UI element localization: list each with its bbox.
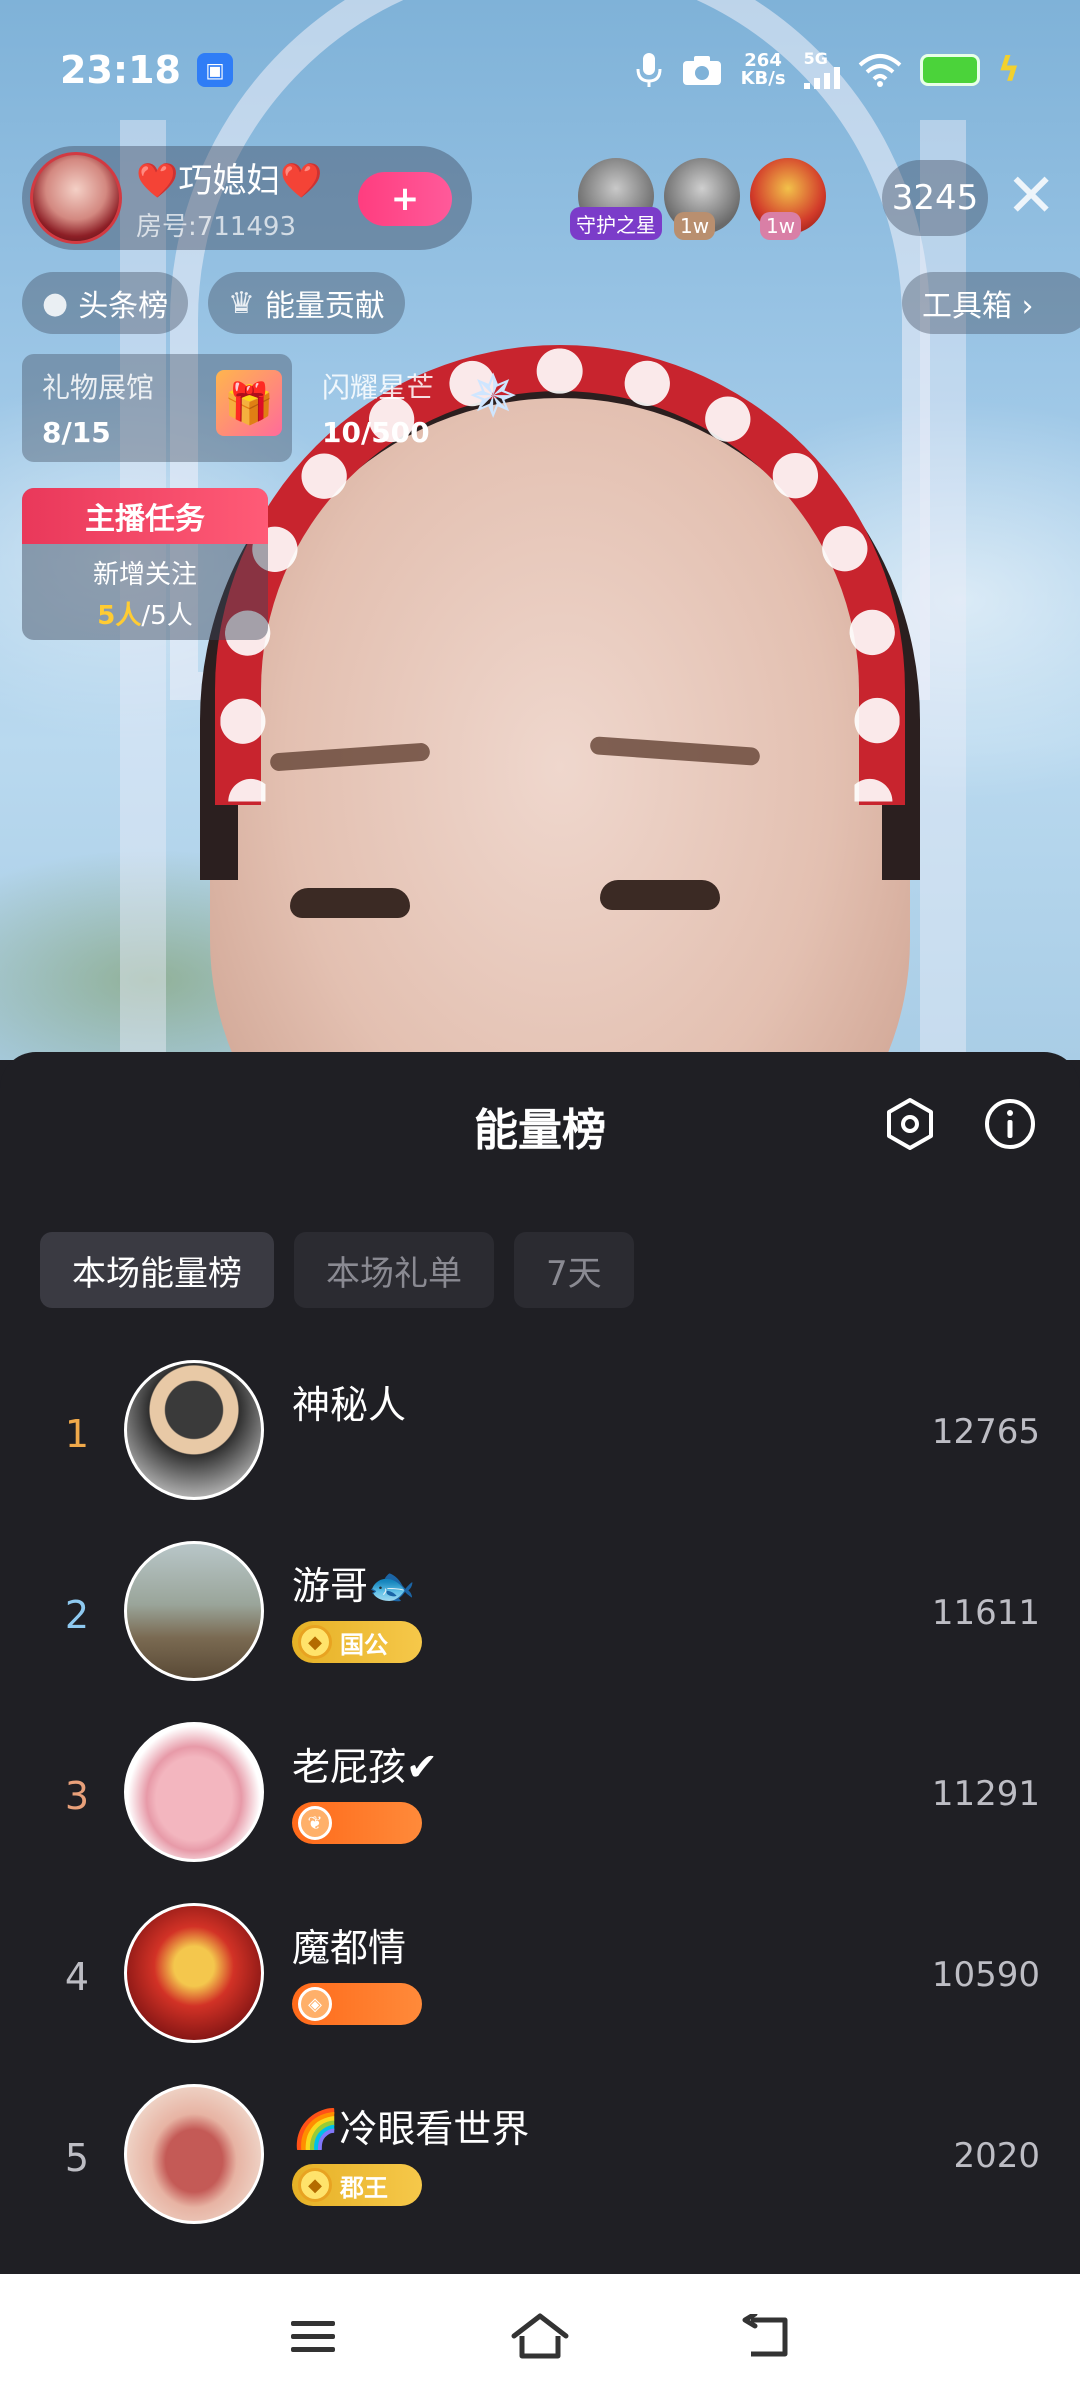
cast-icon: ▣ [196,53,233,87]
energy-ranking-sheet: 能量榜 本场能量榜 本场礼单 7天 1 神秘人 12765 2 游哥🐟 ◆ 国公 [0,1052,1080,2274]
menu-icon [291,2321,336,2352]
host-info[interactable]: ❤️巧媳妇❤️ 房号:711493 + [22,146,472,250]
user-name: 🌈冷眼看世界 [292,2107,530,2151]
energy-score: 11611 [931,1593,1040,1633]
energy-score: 2020 [953,2136,1040,2176]
net-speed: 264 KB/s [741,52,786,88]
noble-badge-label: 国公 [340,1630,388,1659]
mic-icon [636,53,662,87]
user-avatar[interactable] [124,1541,264,1681]
back-icon [742,2314,788,2357]
noble-badge-label: 郡王 [340,2173,388,2202]
user-avatar[interactable] [124,1722,264,1862]
viewer-avatar[interactable]: 守护之星 [570,158,662,240]
level-gem-icon: ◈ [298,1987,332,2021]
status-bar: 23:18 ▣ 264 KB/s 5G ϟ [0,0,1080,140]
host-avatar[interactable] [30,152,122,244]
user-name: 魔都情 [292,1926,407,1970]
noble-badge: ◆ 郡王 [292,2164,422,2206]
wifi-icon [858,54,901,87]
follow-button[interactable]: + [358,172,452,226]
ranking-row[interactable]: 2 游哥🐟 ◆ 国公 11611 [0,1541,1080,1722]
ranking-row[interactable]: 5 🌈冷眼看世界 ◆ 郡王 2020 [0,2084,1080,2265]
headline-rank-chip[interactable]: ● 头条榜 [22,272,189,334]
charging-icon: ϟ [997,50,1020,90]
ranking-row[interactable]: 4 魔都情 ◈ 10590 [0,1903,1080,2084]
back-button[interactable] [732,2302,802,2372]
energy-score: 11291 [931,1774,1040,1814]
level-badge: ❦ [292,1802,422,1844]
task-progress-done: 5人 [97,601,142,631]
home-button[interactable] [505,2302,575,2372]
shine-star-card[interactable]: 闪耀星芒 10/500 [302,354,562,462]
user-name: 神秘人 [292,1383,407,1427]
home-icon [511,2313,569,2359]
network-type: 5G [803,49,828,68]
viewer-count[interactable]: 3245 [882,160,988,236]
tab-7-days[interactable]: 7天 [514,1232,634,1308]
user-avatar[interactable] [124,1360,264,1500]
user-name: 老屁孩✔ [292,1745,438,1789]
viewer-avatar[interactable]: 1w [664,158,740,240]
status-icons: 264 KB/s 5G ϟ [635,50,1020,90]
ranking-list: 1 神秘人 12765 2 游哥🐟 ◆ 国公 11611 3 老屁孩✔ ❦ 11… [0,1360,1080,2265]
energy-score: 12765 [931,1412,1040,1452]
task-progress: 5人/5人 [22,595,268,632]
level-badge: ◈ [292,1983,422,2025]
rank-number: 5 [64,2136,90,2180]
user-avatar[interactable] [124,1903,264,2043]
gift-hall-card[interactable]: 礼物展馆 8/15 🎁 [22,354,292,462]
host-name: ❤️巧媳妇❤️ [136,161,323,201]
right-eye [600,880,720,910]
task-title: 主播任务 [22,488,268,544]
status-time: 23:18 [60,48,181,92]
user-avatar[interactable] [124,2084,264,2224]
tab-current-energy[interactable]: 本场能量榜 [40,1232,274,1308]
host-task-card[interactable]: 主播任务 新增关注 5人/5人 [22,488,268,640]
energy-contribution-label: 能量贡献 [264,289,385,324]
energy-contribution-chip[interactable]: ♛ 能量贡献 [208,272,405,334]
gift-icon: 🎁 [216,370,282,436]
fire-icon: ● [42,285,69,321]
ranking-row[interactable]: 1 神秘人 12765 [0,1360,1080,1541]
level-gem-icon: ❦ [298,1806,332,1840]
background-pillar-right [920,120,966,1060]
contribution-badge: 1w [674,212,716,240]
task-progress-total: /5人 [141,601,193,631]
menu-button[interactable] [278,2302,348,2372]
star-icon: ✵ [468,362,519,432]
contribution-badge: 1w [760,212,802,240]
top-viewers: 守护之星 1w 1w [570,158,826,240]
settings-icon[interactable] [880,1094,940,1154]
ranking-row[interactable]: 3 老屁孩✔ ❦ 11291 [0,1722,1080,1903]
battery-icon [919,54,980,86]
headline-rank-label: 头条榜 [78,289,169,324]
energy-score: 10590 [931,1955,1040,1995]
net-speed-unit: KB/s [740,68,786,89]
tab-current-gift-list[interactable]: 本场礼单 [294,1232,494,1308]
toolbox-chip[interactable]: 工具箱 › [902,272,1080,334]
close-icon[interactable]: ✕ [1006,166,1056,226]
rank-number: 3 [64,1774,90,1818]
left-eye [290,888,410,918]
crown-icon: ♛ [228,285,255,321]
toolbox-label: 工具箱 › [922,289,1034,324]
noble-badge: ◆ 国公 [292,1621,422,1663]
signal-icon: 5G [803,49,840,89]
viewer-avatar[interactable]: 1w [750,158,826,240]
info-icon[interactable] [980,1094,1040,1154]
rank-number: 1 [64,1412,90,1456]
camera-icon [682,56,721,85]
task-subtitle: 新增关注 [92,560,197,590]
noble-gem-icon: ◆ [298,1625,332,1659]
rank-number: 4 [64,1955,90,1999]
noble-gem-icon: ◆ [298,2168,332,2202]
system-nav-bar [0,2274,1080,2400]
user-name: 游哥🐟 [292,1564,416,1608]
ranking-tabs: 本场能量榜 本场礼单 7天 [40,1232,634,1308]
guardian-badge: 守护之星 [570,207,662,240]
host-room-id: 房号:711493 [136,212,297,242]
rank-number: 2 [64,1593,90,1637]
